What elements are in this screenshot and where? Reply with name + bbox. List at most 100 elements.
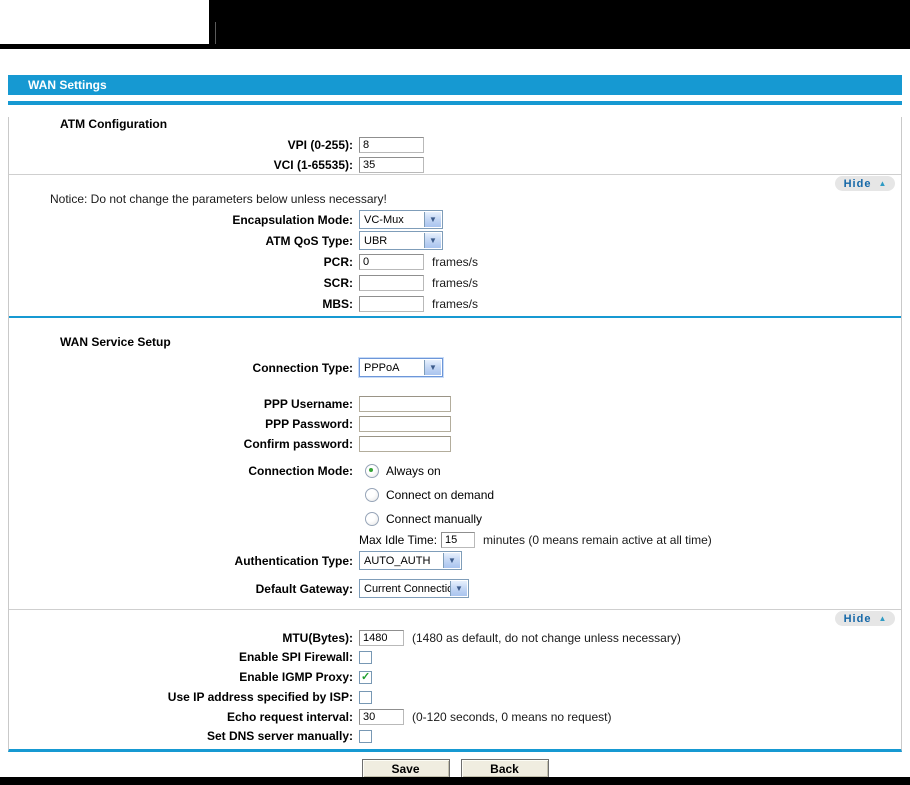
pcr-input[interactable] xyxy=(359,254,424,270)
panel-top-strip xyxy=(8,101,902,105)
max-idle-time-label: Max Idle Time: xyxy=(359,532,438,547)
chevron-down-icon: ▼ xyxy=(424,212,441,227)
scr-input[interactable] xyxy=(359,275,424,291)
default-gateway-value: Current Connection xyxy=(364,582,460,595)
mtu-input[interactable] xyxy=(359,629,404,646)
use-isp-ip-checkbox[interactable]: ✓ xyxy=(359,690,372,704)
connection-type-label: Connection Type: xyxy=(252,360,353,375)
ppp-username-input[interactable] xyxy=(359,395,451,412)
spi-firewall-row: Enable SPI Firewall: ✓ xyxy=(9,649,901,665)
connect-on-demand-label: Connect on demand xyxy=(386,488,495,502)
atm-hide-button[interactable]: Hide ▲ xyxy=(835,176,895,191)
chevron-down-icon: ▼ xyxy=(424,360,441,375)
igmp-proxy-row: Enable IGMP Proxy: ✓ xyxy=(9,669,901,685)
check-icon: ✓ xyxy=(361,670,371,683)
use-isp-ip-row: Use IP address specified by ISP: ✓ xyxy=(9,689,901,705)
hide-button-label: Hide xyxy=(843,612,872,625)
mtu-label: MTU(Bytes): xyxy=(282,630,353,645)
spi-firewall-checkbox[interactable]: ✓ xyxy=(359,650,372,664)
always-on-radio[interactable] xyxy=(365,464,379,478)
chevron-up-icon: ▲ xyxy=(878,178,887,188)
page-bottom-bar xyxy=(0,777,910,785)
igmp-proxy-label: Enable IGMP Proxy: xyxy=(239,670,353,684)
atm-qos-value: UBR xyxy=(364,234,388,247)
dns-manual-label: Set DNS server manually: xyxy=(206,729,353,743)
dns-manual-checkbox[interactable]: ✓ xyxy=(359,729,372,743)
encapsulation-mode-row: Encapsulation Mode: VC-Mux ▼ xyxy=(9,210,901,229)
max-idle-time-input[interactable] xyxy=(441,531,476,548)
use-isp-ip-label: Use IP address specified by ISP: xyxy=(167,690,353,704)
connection-mode-label: Connection Mode: xyxy=(248,464,353,478)
vpi-row: VPI (0-255): xyxy=(9,136,901,153)
connection-type-value: PPPoA xyxy=(364,361,400,374)
scr-label: SCR: xyxy=(323,276,353,290)
wan-service-setup-heading: WAN Service Setup xyxy=(60,335,171,349)
authentication-type-value: AUTO_AUTH xyxy=(364,554,431,567)
connect-manually-radio[interactable] xyxy=(365,512,379,526)
connection-type-row: Connection Type: PPPoA ▼ xyxy=(9,358,901,377)
max-idle-time-row: Max Idle Time: minutes (0 means remain a… xyxy=(9,531,901,548)
page-header xyxy=(0,0,910,49)
connect-on-demand-radio[interactable] xyxy=(365,488,379,502)
advanced-hide-button[interactable]: Hide ▲ xyxy=(835,611,895,626)
connect-manually-row: Connect manually xyxy=(9,507,901,531)
mbs-input[interactable] xyxy=(359,296,424,312)
scr-unit: frames/s xyxy=(432,276,479,290)
atm-qos-label: ATM QoS Type: xyxy=(265,233,353,248)
chevron-down-icon: ▼ xyxy=(450,581,467,596)
max-idle-time-note: minutes (0 means remain active at all ti… xyxy=(483,532,712,547)
chevron-down-icon: ▼ xyxy=(443,553,460,568)
authentication-type-row: Authentication Type: AUTO_AUTH ▼ xyxy=(9,551,901,570)
vci-input[interactable] xyxy=(359,156,424,173)
echo-interval-input[interactable] xyxy=(359,708,404,725)
connect-manually-label: Connect manually xyxy=(386,512,483,526)
spi-firewall-label: Enable SPI Firewall: xyxy=(238,650,353,664)
confirm-password-row: Confirm password: xyxy=(9,435,901,452)
ppp-password-label: PPP Password: xyxy=(265,416,353,431)
hide-button-label: Hide xyxy=(843,177,872,190)
default-gateway-label: Default Gateway: xyxy=(255,581,353,596)
atm-qos-select[interactable]: UBR ▼ xyxy=(359,231,443,250)
igmp-proxy-checkbox[interactable]: ✓ xyxy=(359,670,372,684)
vci-row: VCI (1-65535): xyxy=(9,156,901,173)
encapsulation-mode-label: Encapsulation Mode: xyxy=(232,212,353,227)
section-divider xyxy=(9,609,901,610)
atm-qos-row: ATM QoS Type: UBR ▼ xyxy=(9,231,901,250)
mbs-unit: frames/s xyxy=(432,297,479,311)
ppp-username-label: PPP Username: xyxy=(263,396,353,411)
vci-label: VCI (1-65535): xyxy=(273,157,353,172)
encapsulation-mode-value: VC-Mux xyxy=(364,213,404,226)
echo-interval-label: Echo request interval: xyxy=(226,709,353,724)
header-bottom-bar xyxy=(0,44,910,49)
footer-actions: Save Back xyxy=(0,759,910,778)
header-banner xyxy=(209,0,910,44)
page-title: WAN Settings xyxy=(8,75,902,95)
vpi-input[interactable] xyxy=(359,136,424,153)
authentication-type-label: Authentication Type: xyxy=(234,553,353,568)
save-button[interactable]: Save xyxy=(361,759,450,778)
mtu-row: MTU(Bytes): (1480 as default, do not cha… xyxy=(9,629,901,646)
always-on-label: Always on xyxy=(386,464,441,478)
back-button[interactable]: Back xyxy=(460,759,549,778)
connect-on-demand-row: Connect on demand xyxy=(9,483,901,507)
connection-mode-row: Connection Mode: Always on xyxy=(9,459,901,483)
ppp-password-input[interactable] xyxy=(359,415,451,432)
mtu-note: (1480 as default, do not change unless n… xyxy=(412,630,681,645)
ppp-username-row: PPP Username: xyxy=(9,395,901,412)
chevron-down-icon: ▼ xyxy=(424,233,441,248)
ppp-password-row: PPP Password: xyxy=(9,415,901,432)
panel-body: ATM Configuration VPI (0-255): VCI (1-65… xyxy=(8,117,902,752)
default-gateway-select[interactable]: Current Connection ▼ xyxy=(359,579,469,598)
encapsulation-mode-select[interactable]: VC-Mux ▼ xyxy=(359,210,443,229)
chevron-up-icon: ▲ xyxy=(878,613,887,623)
confirm-password-input[interactable] xyxy=(359,435,451,452)
pcr-label: PCR: xyxy=(323,255,353,269)
echo-interval-row: Echo request interval: (0-120 seconds, 0… xyxy=(9,708,901,725)
vpi-label: VPI (0-255): xyxy=(287,137,353,152)
authentication-type-select[interactable]: AUTO_AUTH ▼ xyxy=(359,551,462,570)
atm-configuration-heading: ATM Configuration xyxy=(60,117,168,131)
connection-type-select[interactable]: PPPoA ▼ xyxy=(359,358,443,377)
wan-settings-panel: WAN Settings ATM Configuration VPI (0-25… xyxy=(8,75,902,752)
section-divider xyxy=(9,174,901,175)
header-divider xyxy=(215,22,216,44)
